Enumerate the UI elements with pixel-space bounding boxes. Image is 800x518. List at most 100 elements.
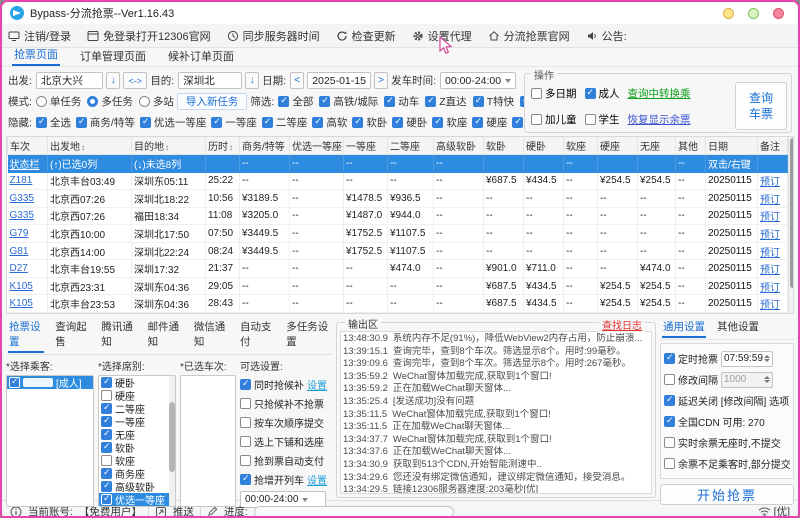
menu-item-2[interactable]: 免登录打开12306官网 [87,28,211,44]
seat-listbox[interactable]: 硬卧硬座二等座一等座无座软卧软座商务座高级软卧优选一等座 [98,375,176,507]
sort-icon[interactable]: ↕ [229,143,233,152]
selected-trains-listbox[interactable] [180,375,236,507]
book-link[interactable]: 预订 [760,230,780,241]
date-next-button[interactable]: > [373,72,389,89]
status-link[interactable]: 状态栏 [10,160,40,171]
date-input[interactable]: 2025-01-15 [307,72,371,89]
checkbox-icon[interactable] [35,116,47,128]
option-checkbox[interactable] [240,455,251,466]
seat-checkbox[interactable] [101,376,112,388]
scrollbar-thumb[interactable] [790,138,793,288]
column-header[interactable]: 二等座 [387,137,434,156]
hide-check[interactable]: 一等座 [211,115,257,130]
checkbox-icon[interactable] [584,113,596,125]
column-header[interactable]: 出发地↕ [47,137,132,156]
train-row[interactable]: G81 北京西14:00 深圳北22:24 08:24 ¥3449.5 -- ¥1752.5… [7,242,788,261]
seat-item[interactable]: 一等座 [99,415,175,429]
setting-checkbox[interactable] [664,415,675,427]
mode-radio[interactable]: 单任务 [35,94,81,109]
seat-scrollbar[interactable] [169,376,175,506]
checkbox-icon[interactable] [531,87,542,99]
query-tickets-button[interactable]: 查询 车票 [735,82,787,130]
minimize-button[interactable] [723,7,734,19]
book-link[interactable]: 预订 [760,265,780,276]
hide-check[interactable]: 硬卧 [392,115,427,130]
swap-stations-button[interactable]: <-> [123,72,148,89]
seat-checkbox[interactable] [101,390,112,401]
menu-item-1[interactable]: 注销/登录 [8,28,71,44]
general-settings-tab-1[interactable]: 通用设置 [662,318,706,338]
menu-item-4[interactable]: 检查更新 [336,28,396,44]
settings-tab-2[interactable]: 查询起售 [54,318,90,353]
train-row[interactable]: G79 北京西10:00 深圳北17:50 07:50 ¥3449.5 -- ¥1752.5… [7,224,788,243]
menu-item-5[interactable]: 设置代理 [412,28,472,44]
mode-radio[interactable]: 多任务 [87,94,133,109]
ops-check[interactable]: 成人 [584,86,620,101]
seat-item[interactable]: 无座 [99,428,175,442]
checkbox-icon[interactable] [384,95,396,107]
column-header[interactable]: 历时↕ [205,137,240,156]
log-list[interactable]: 13:48:30.9 系统内存不足(91%)，降低WebView2内存占用，防止崩… [340,331,652,494]
book-link[interactable]: 预订 [760,212,780,223]
page-tab-1[interactable]: 抢票页面 [12,45,60,66]
option-settings-link[interactable]: 设置 [307,377,327,392]
train-row[interactable]: Z181 北京丰台03:49 深圳东05:11 25:22 -- -- -- -- -- ¥687… [7,172,788,191]
ops-check[interactable]: 加儿童 [531,112,577,127]
seat-checkbox[interactable] [101,467,112,479]
find-log-link[interactable]: 查找日志 [599,317,645,332]
setting-checkbox[interactable] [664,458,675,469]
seat-item[interactable]: 软卧 [99,441,175,455]
seat-checkbox[interactable] [101,493,112,505]
filter-check[interactable]: T特快 [472,94,514,109]
spinner-icon[interactable] [764,355,770,362]
from-dropdown-button[interactable]: ↓ [106,72,121,89]
column-header[interactable]: 备注 [757,137,788,156]
menu-item-3[interactable]: 同步服务器时间 [227,28,320,44]
column-header[interactable]: 高级软卧 [433,137,484,156]
option-checkbox[interactable] [240,378,251,390]
train-row[interactable]: D27 北京丰台19:55 深圳17:32 21:37 -- -- -- ¥474.0 -- ¥9… [7,259,788,278]
checkbox-icon[interactable] [531,113,542,125]
seat-checkbox[interactable] [101,455,112,466]
train-row[interactable]: G335 北京西07:26 深圳北18:22 10:56 ¥3189.5 -- ¥1478.… [7,189,788,208]
column-header[interactable]: 车次 [7,137,48,156]
filter-check[interactable]: 高铁/城际 [319,94,378,109]
passenger-checkbox[interactable] [9,376,20,388]
train-no-link[interactable]: G81 [10,246,29,257]
page-tab-2[interactable]: 订单管理页面 [78,47,148,66]
ops-check[interactable]: 学生 [584,112,620,127]
restore-tickets-link[interactable]: 恢复显示余票 [628,112,691,127]
settings-tab-1[interactable]: 抢票设置 [8,318,45,353]
settings-tab-7[interactable]: 多任务设置 [285,318,330,353]
train-no-link[interactable]: Z181 [10,175,33,186]
checkbox-icon[interactable] [392,116,404,128]
train-no-link[interactable]: K105 [10,298,33,309]
book-link[interactable]: 预订 [760,248,780,259]
radio-icon[interactable] [35,96,47,107]
settings-tab-4[interactable]: 邮件通知 [147,318,183,353]
hide-check[interactable]: 高软 [312,115,347,130]
seat-checkbox[interactable] [101,428,112,440]
option-checkbox[interactable] [240,436,251,447]
checkbox-icon[interactable] [75,116,87,128]
transfer-query-link[interactable]: 查询中转换乘 [628,86,691,101]
train-no-link[interactable]: G335 [10,193,34,204]
checkbox-icon[interactable] [432,116,444,128]
checkbox-icon[interactable] [312,116,324,128]
column-header[interactable]: 目的地↕ [131,137,206,156]
train-row[interactable]: G335 北京西07:26 福田18:34 11:08 ¥3205.0 -- ¥1487.0… [7,207,788,226]
option-checkbox[interactable] [240,473,251,485]
train-row[interactable]: K105 北京丰台23:53 深圳东04:36 28:43 -- -- -- -- -- ¥687… [7,294,788,313]
train-no-link[interactable]: G335 [10,210,34,221]
checkbox-icon[interactable] [472,116,484,128]
checkbox-icon[interactable] [425,95,437,107]
seat-item[interactable]: 硬卧 [99,376,175,390]
setting-input[interactable]: 1000 [721,371,773,388]
hide-check[interactable]: 二等座 [261,115,307,130]
hide-check[interactable]: 优选一等座 [139,115,206,130]
seat-checkbox[interactable] [101,415,112,427]
column-header[interactable]: 优选一等座 [289,137,344,156]
hide-check[interactable]: 硬座 [472,115,507,130]
checkbox-icon[interactable] [139,116,151,128]
import-task-button[interactable]: 导入新任务 [176,93,248,110]
